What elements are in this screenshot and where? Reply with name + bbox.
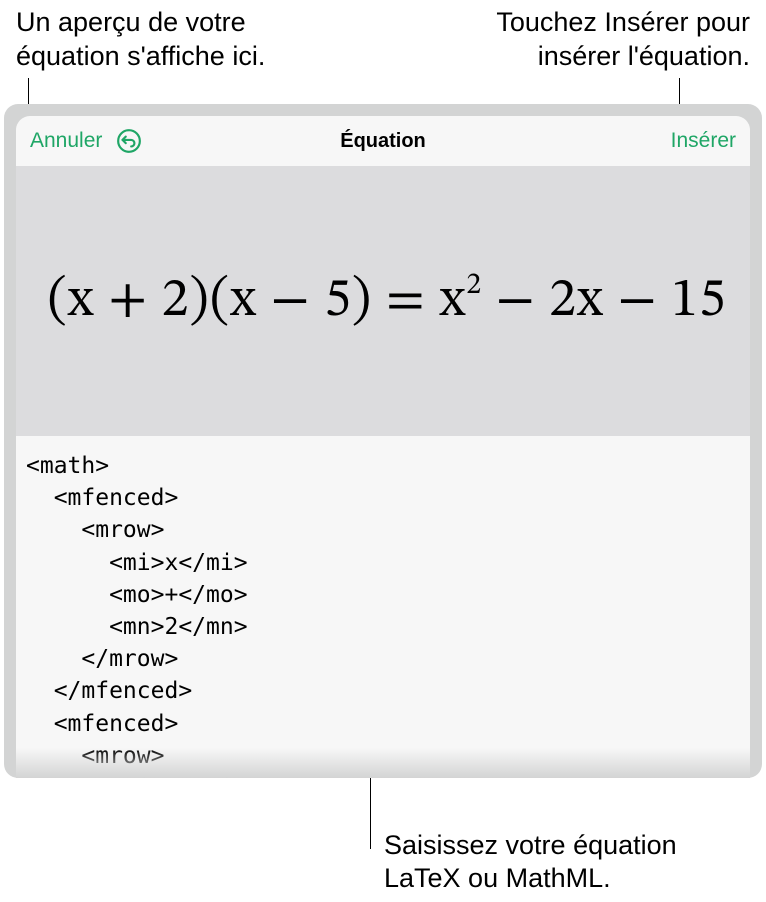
equation-preview-area: (x + 2)(x − 5) = x2 − 2x − 15 [16,166,750,436]
insert-button[interactable]: Insérer [671,129,736,153]
equation-preview: (x + 2)(x − 5) = x2 − 2x − 15 [39,267,726,335]
sheet-title: Équation [340,130,426,153]
toolbar: Annuler Équation Insérer [16,116,750,166]
callout-insert: Touchez Insérer pour insérer l'équation. [430,6,750,74]
toolbar-left-group: Annuler [30,128,142,154]
undo-icon[interactable] [116,128,142,154]
callout-input: Saisissez votre équation LaTeX ou MathML… [384,829,744,897]
equation-code-input[interactable]: <math> <mfenced> <mrow> <mi>x</mi> <mo>+… [16,436,750,778]
equation-sheet: Annuler Équation Insérer (x + 2)(x − 5) … [16,116,750,778]
sheet-backdrop: Annuler Équation Insérer (x + 2)(x − 5) … [4,104,762,778]
callout-preview: Un aperçu de votre équation s'affiche ic… [16,6,316,74]
cancel-button[interactable]: Annuler [30,129,102,153]
